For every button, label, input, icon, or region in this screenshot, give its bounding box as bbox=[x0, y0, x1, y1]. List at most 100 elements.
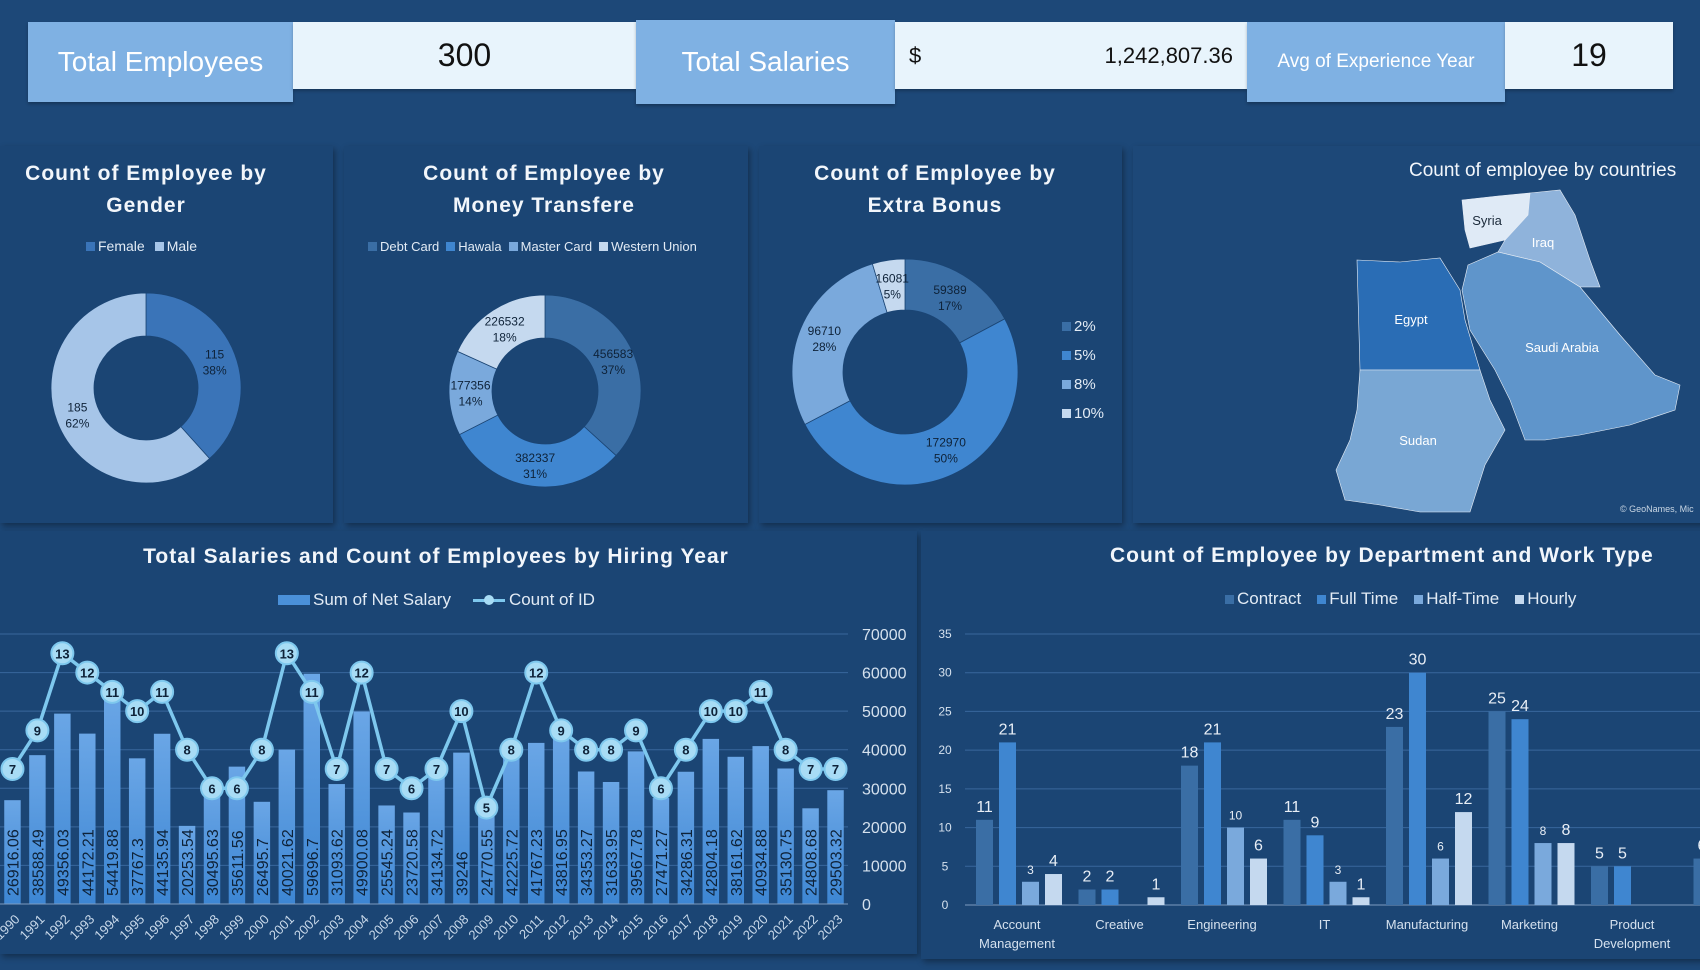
salary-data-label: 39567.78 bbox=[629, 829, 646, 896]
donut-percent-label: 18% bbox=[493, 330, 517, 344]
x-axis-tick-label: 2005 bbox=[366, 912, 397, 943]
y-axis-tick-label: 0 bbox=[862, 897, 871, 914]
map-label-egypt: Egypt bbox=[1394, 312, 1428, 327]
y-axis-tick-label: 50000 bbox=[862, 704, 907, 721]
department-bar-half-time bbox=[1227, 827, 1244, 905]
department-data-label: 4 bbox=[1049, 853, 1058, 870]
department-bar-hourly bbox=[1147, 897, 1165, 905]
count-data-label: 7 bbox=[333, 762, 340, 777]
department-chart: 0510152025303511213 4AccountManagement2 2 1… bbox=[938, 627, 1700, 951]
count-data-label: 8 bbox=[183, 743, 190, 758]
y-axis-tick-label: 40000 bbox=[862, 743, 907, 760]
count-data-label: 12 bbox=[80, 666, 94, 681]
x-axis-tick-label: 1994 bbox=[91, 912, 122, 943]
x-axis-tick-label: 1992 bbox=[41, 912, 72, 943]
department-bar-half-time bbox=[1022, 881, 1039, 905]
department-data-label: 5 bbox=[1595, 845, 1604, 862]
salary-data-label: 34134.72 bbox=[429, 829, 446, 896]
y-axis-tick-label: 30 bbox=[938, 666, 952, 680]
donut-value-label: 59389 bbox=[933, 283, 967, 297]
count-data-label: 7 bbox=[832, 762, 839, 777]
x-axis-category-label: Manufacturing bbox=[1386, 917, 1468, 932]
department-bar-contract bbox=[1181, 765, 1198, 905]
x-axis-tick-label: 2022 bbox=[790, 912, 821, 943]
count-data-label: 10 bbox=[704, 704, 718, 719]
salary-data-label: 49900.08 bbox=[355, 829, 372, 896]
count-data-label: 8 bbox=[607, 743, 614, 758]
x-axis-tick-label: 2016 bbox=[640, 912, 671, 943]
salary-data-label: 34286.31 bbox=[679, 829, 696, 896]
salary-data-label: 42225.72 bbox=[504, 829, 521, 896]
y-axis-tick-label: 35 bbox=[938, 627, 952, 641]
salary-data-label: 54419.88 bbox=[105, 829, 122, 896]
department-bar-full-time bbox=[1204, 742, 1221, 905]
salary-data-label: 35130.75 bbox=[779, 829, 796, 896]
department-data-label: 2 bbox=[1106, 869, 1115, 886]
department-data-label: 23 bbox=[1386, 706, 1404, 723]
salary-data-label: 44135.94 bbox=[155, 829, 172, 896]
x-axis-tick-label: 1998 bbox=[191, 912, 222, 943]
donut-percent-label: 62% bbox=[65, 416, 89, 430]
x-axis-category-label: Engineering bbox=[1187, 917, 1256, 932]
department-data-label: 11 bbox=[976, 799, 993, 816]
hiring-year-chart: 0 10000 20000 30000 40000 50000 60000 70000 2691… bbox=[0, 627, 907, 943]
x-axis-category-label: IT bbox=[1319, 917, 1331, 932]
department-bar-contract bbox=[976, 819, 993, 905]
map-label-saudi-arabia: Saudi Arabia bbox=[1525, 340, 1599, 355]
department-bar-half-time bbox=[1534, 843, 1552, 905]
x-axis-tick-label: 2013 bbox=[565, 912, 596, 943]
y-axis-tick-label: 70000 bbox=[862, 627, 907, 644]
department-data-label: 10 bbox=[1229, 809, 1243, 823]
department-data-label: 2 bbox=[1083, 869, 1092, 886]
count-data-label: 10 bbox=[130, 704, 144, 719]
department-bar-hourly bbox=[1557, 843, 1575, 905]
salary-data-label: 25545.24 bbox=[380, 829, 397, 896]
map-label-iraq: Iraq bbox=[1532, 235, 1554, 250]
count-data-label: 12 bbox=[354, 666, 368, 681]
department-bar-full-time bbox=[1614, 866, 1631, 905]
department-bar-contract bbox=[1591, 866, 1608, 905]
count-data-label: 11 bbox=[105, 685, 119, 700]
donut-slice-debt-card bbox=[544, 294, 642, 457]
x-axis-category-label: Marketing bbox=[1501, 917, 1558, 932]
x-axis-category-label: Account bbox=[994, 917, 1041, 932]
department-data-label: 8 bbox=[1562, 822, 1571, 839]
count-data-label: 9 bbox=[34, 723, 41, 738]
x-axis-category-label: Development bbox=[1594, 936, 1671, 951]
count-data-label: 5 bbox=[483, 801, 490, 816]
donut-value-label: 16081 bbox=[876, 271, 910, 285]
salary-data-label: 26916.06 bbox=[5, 829, 22, 896]
salary-data-label: 38588.49 bbox=[30, 829, 47, 896]
salary-data-label: 29503.32 bbox=[829, 829, 846, 896]
x-axis-category-label: Management bbox=[979, 936, 1055, 951]
donut-percent-label: 17% bbox=[938, 299, 962, 313]
count-data-label: 6 bbox=[408, 781, 415, 796]
department-bar-full-time bbox=[1409, 672, 1426, 905]
x-axis-tick-label: 2007 bbox=[416, 912, 447, 943]
salary-data-label: 42804.18 bbox=[704, 829, 721, 896]
x-axis-tick-label: 2006 bbox=[391, 912, 422, 943]
count-data-label: 8 bbox=[258, 743, 265, 758]
map-label-syria: Syria bbox=[1472, 213, 1502, 228]
salary-data-label: 23720.58 bbox=[405, 829, 422, 896]
department-data-label: 9 bbox=[1311, 814, 1320, 831]
count-data-label: 7 bbox=[383, 762, 390, 777]
department-data-label: 21 bbox=[999, 721, 1017, 738]
x-axis-tick-label: 2021 bbox=[765, 912, 796, 943]
salary-data-label: 24770.55 bbox=[479, 829, 496, 896]
salary-data-label: 27471.27 bbox=[654, 829, 671, 896]
x-axis-tick-label: 1993 bbox=[66, 912, 97, 943]
department-data-label: 21 bbox=[1204, 721, 1222, 738]
donut-chart: 456583 37% 382337 31% 177356 14% 226532 18% bbox=[448, 294, 642, 488]
x-axis-tick-label: 2020 bbox=[740, 912, 771, 943]
x-axis-tick-label: 1997 bbox=[166, 912, 197, 943]
y-axis-tick-label: 20000 bbox=[862, 820, 907, 837]
x-axis-tick-label: 2008 bbox=[440, 912, 471, 943]
count-data-label: 11 bbox=[754, 685, 768, 700]
salary-data-label: 59696.7 bbox=[305, 838, 322, 896]
count-data-label: 10 bbox=[729, 704, 743, 719]
salary-data-label: 40934.88 bbox=[754, 829, 771, 896]
x-axis-tick-label: 2018 bbox=[690, 912, 721, 943]
x-axis-tick-label: 2015 bbox=[615, 912, 646, 943]
department-bar-contract bbox=[1693, 858, 1700, 905]
